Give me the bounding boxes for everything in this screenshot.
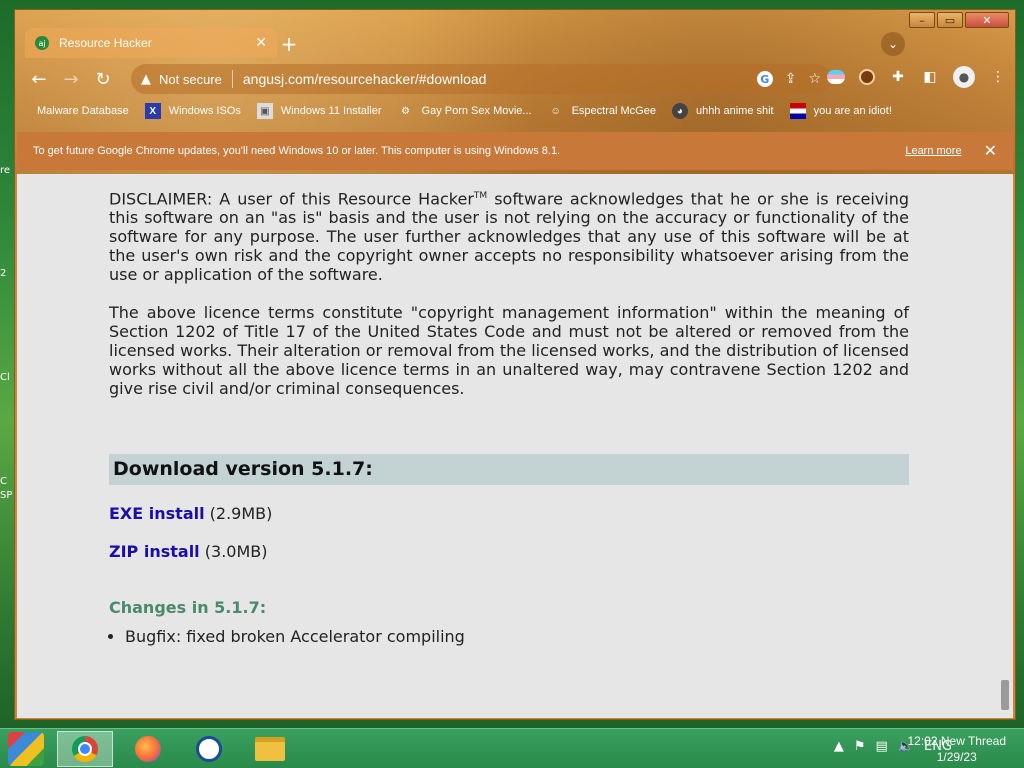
firefox-icon[interactable] — [120, 731, 176, 767]
bookmark-label: Gay Porn Sex Movie... — [421, 105, 532, 117]
scrollbar[interactable] — [1001, 174, 1009, 718]
learn-more-link[interactable]: Learn more — [905, 145, 961, 157]
bookmark-item[interactable]: ▣ Windows 11 Installer — [256, 103, 382, 119]
toolbar-right: ✚ ◧ ● ⋮ — [827, 66, 1007, 88]
face-icon: ☺ — [550, 105, 561, 117]
bookmark-item[interactable]: you are an idiot! — [789, 103, 892, 119]
bookmark-label: Espectral McGee — [571, 105, 656, 117]
clock-time: 12:02 New Thread — [907, 734, 1006, 748]
chrome-icon[interactable] — [57, 731, 113, 767]
show-hidden-icons-icon[interactable]: ▲ — [834, 739, 844, 754]
disclaimer-paragraph: DISCLAIMER: A user of this Resource Hack… — [109, 187, 909, 284]
extension-flag-icon[interactable] — [827, 70, 845, 84]
tab-title: Resource Hacker — [59, 36, 152, 50]
desktop-icon-label: Cl — [0, 372, 10, 383]
reload-button[interactable]: ↻ — [87, 69, 119, 90]
gear-icon: ⚙ — [401, 105, 411, 117]
address-bar[interactable]: ▲ Not secure angusj.com/resourcehacker/#… — [131, 64, 831, 94]
warning-icon[interactable]: ▲ — [141, 72, 151, 87]
bookmark-label: Malware Database — [37, 105, 129, 117]
browser-window: – ▭ ✕ aj Resource Hacker ✕ + ⌄ ← → ↻ ▲ N… — [14, 9, 1016, 720]
licence-paragraph: The above licence terms constitute "copy… — [109, 303, 909, 399]
file-size: (3.0MB) — [204, 542, 268, 562]
disclaimer-text: DISCLAIMER: A user of this Resource Hack… — [109, 189, 474, 209]
profile-avatar[interactable]: ● — [953, 66, 975, 88]
clock-date: 1/29/23 — [936, 750, 977, 764]
page-content: DISCLAIMER: A user of this Resource Hack… — [17, 174, 1013, 718]
bookmarks-bar: Malware Database X Windows ISOs ▣ Window… — [37, 100, 892, 122]
download-row: ZIP install (3.0MB) — [109, 542, 909, 561]
bookmark-item[interactable]: ⚙ Gay Porn Sex Movie... — [398, 103, 532, 119]
network-icon[interactable]: ▤ — [876, 739, 888, 754]
bookmark-label: Windows ISOs — [168, 105, 241, 117]
clock[interactable]: 12:02 New Thread 1/29/23 — [907, 733, 1006, 765]
minimize-button[interactable]: – — [909, 12, 935, 28]
changes-header: Changes in 5.1.7: — [109, 598, 267, 618]
desktop-icon-label: 2 — [0, 268, 7, 279]
bookmark-item[interactable]: Malware Database — [37, 105, 129, 117]
download-row: EXE install (2.9MB) — [109, 504, 909, 523]
bookmark-item[interactable]: ☺ Espectral McGee — [548, 103, 656, 119]
share-icon[interactable]: ⇪ — [785, 71, 797, 87]
flag-icon — [789, 103, 806, 119]
extensions-puzzle-icon[interactable]: ✚ — [889, 69, 907, 85]
desktop-icon-label: SP — [0, 490, 13, 501]
menu-kebab-icon[interactable]: ⋮ — [989, 69, 1007, 85]
tab-search-button[interactable]: ⌄ — [881, 32, 905, 56]
bookmark-star-icon[interactable]: ☆ — [808, 71, 821, 87]
bookmark-item[interactable]: ◕ uhhh anime shit — [671, 103, 774, 119]
window-controls: – ▭ ✕ — [909, 12, 1009, 28]
maximize-button[interactable]: ▭ — [937, 12, 963, 28]
zip-install-link[interactable]: ZIP install — [109, 542, 200, 561]
desktop-icon-label: C — [0, 476, 7, 487]
taskbar: ▲ ⚑ ▤ 🔈 ENG 12:02 New Thread 1/29/23 — [0, 728, 1024, 768]
infobar-message: To get future Google Chrome updates, you… — [33, 145, 561, 157]
trademark-mark: TM — [473, 191, 488, 201]
scroll-thumb[interactable] — [1001, 680, 1009, 710]
forward-button[interactable]: → — [55, 69, 87, 90]
toolbar: ← → ↻ ▲ Not secure angusj.com/resourceha… — [15, 62, 1015, 96]
obama-icon[interactable] — [181, 731, 237, 767]
file-explorer-icon[interactable] — [242, 731, 298, 767]
start-button[interactable] — [8, 732, 44, 766]
back-button[interactable]: ← — [23, 69, 55, 90]
favicon-icon: aj — [35, 36, 49, 50]
anime-icon: ◕ — [671, 103, 688, 119]
bookmark-label: Windows 11 Installer — [280, 105, 382, 117]
file-size: (2.9MB) — [209, 504, 273, 524]
new-tab-button[interactable]: + — [277, 32, 301, 56]
bookmark-label: uhhh anime shit — [695, 105, 774, 117]
update-infobar: To get future Google Chrome updates, you… — [17, 132, 1013, 170]
bookmark-label: you are an idiot! — [813, 105, 892, 117]
list-item: Bugfix: fixed broken Accelerator compili… — [125, 627, 909, 646]
download-header: Download version 5.1.7: — [109, 454, 909, 486]
x-icon: X — [144, 103, 161, 119]
desktop-icon-label: re — [0, 165, 11, 176]
tab-resource-hacker[interactable]: aj Resource Hacker ✕ — [25, 28, 277, 58]
side-panel-icon[interactable]: ◧ — [921, 69, 939, 85]
google-lens-icon[interactable]: G — [756, 71, 773, 87]
article: DISCLAIMER: A user of this Resource Hack… — [109, 187, 909, 646]
changes-list: Bugfix: fixed broken Accelerator compili… — [109, 627, 909, 646]
extension-avatar-icon[interactable] — [859, 69, 875, 85]
image-icon: ▣ — [256, 103, 273, 119]
address-divider — [231, 70, 233, 88]
action-center-flag-icon[interactable]: ⚑ — [854, 739, 866, 754]
close-window-button[interactable]: ✕ — [965, 12, 1009, 28]
security-label[interactable]: Not secure — [159, 72, 222, 87]
url-text[interactable]: angusj.com/resourcehacker/#download — [243, 71, 757, 87]
exe-install-link[interactable]: EXE install — [109, 504, 205, 523]
bookmark-item[interactable]: X Windows ISOs — [144, 103, 241, 119]
close-tab-icon[interactable]: ✕ — [255, 35, 267, 51]
close-infobar-icon[interactable]: ✕ — [984, 141, 997, 161]
